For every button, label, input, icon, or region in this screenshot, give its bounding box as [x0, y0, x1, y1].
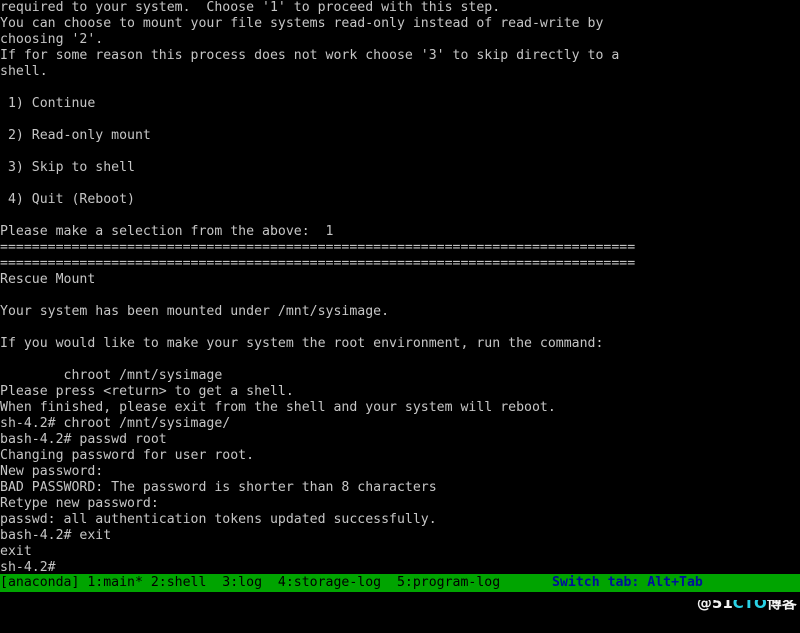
console-line: chroot /mnt/sysimage: [0, 368, 223, 383]
console-line: sh-4.2# chroot /mnt/sysimage/: [0, 416, 231, 431]
console-line: Rescue Mount: [0, 272, 96, 287]
terminal-screen: required to your system. Choose '1' to p…: [0, 0, 800, 612]
screen-bottom-fill: [0, 592, 800, 600]
switch-tab-hint: Switch tab: Alt+Tab: [552, 575, 703, 590]
console-line: ========================================…: [0, 256, 636, 271]
status-bar-left-tabs[interactable]: [anaconda] 1:main* 2:shell 3:log 4:stora…: [0, 574, 500, 592]
console-line: passwd: all authentication tokens update…: [0, 512, 437, 527]
console-output[interactable]: required to your system. Choose '1' to p…: [0, 0, 800, 574]
console-line: New password:: [0, 464, 104, 479]
console-line: If for some reason this process does not…: [0, 48, 620, 63]
console-line: bash-4.2# passwd root: [0, 432, 167, 447]
console-line: sh-4.2#: [0, 560, 56, 574]
console-line: 1) Continue: [0, 96, 96, 111]
console-line: Changing password for user root.: [0, 448, 255, 463]
console-line: Your system has been mounted under /mnt/…: [0, 304, 390, 319]
console-line: Retype new password:: [0, 496, 159, 511]
console-line: ========================================…: [0, 240, 636, 255]
console-line: When finished, please exit from the shel…: [0, 400, 556, 415]
console-line: 4) Quit (Reboot): [0, 192, 135, 207]
console-line: Please make a selection from the above: …: [0, 224, 334, 239]
console-line: shell.: [0, 64, 48, 79]
tmux-status-bar[interactable]: [anaconda] 1:main* 2:shell 3:log 4:stora…: [0, 574, 800, 592]
console-line: You can choose to mount your file system…: [0, 16, 604, 31]
console-line: 3) Skip to shell: [0, 160, 135, 175]
console-line: exit: [0, 544, 32, 559]
console-line: required to your system. Choose '1' to p…: [0, 0, 501, 15]
console-line: 2) Read-only mount: [0, 128, 151, 143]
console-line: Please press <return> to get a shell.: [0, 384, 294, 399]
console-line: BAD PASSWORD: The password is shorter th…: [0, 480, 437, 495]
console-line: choosing '2'.: [0, 32, 104, 47]
console-line: If you would like to make your system th…: [0, 336, 604, 351]
console-line: bash-4.2# exit: [0, 528, 112, 543]
